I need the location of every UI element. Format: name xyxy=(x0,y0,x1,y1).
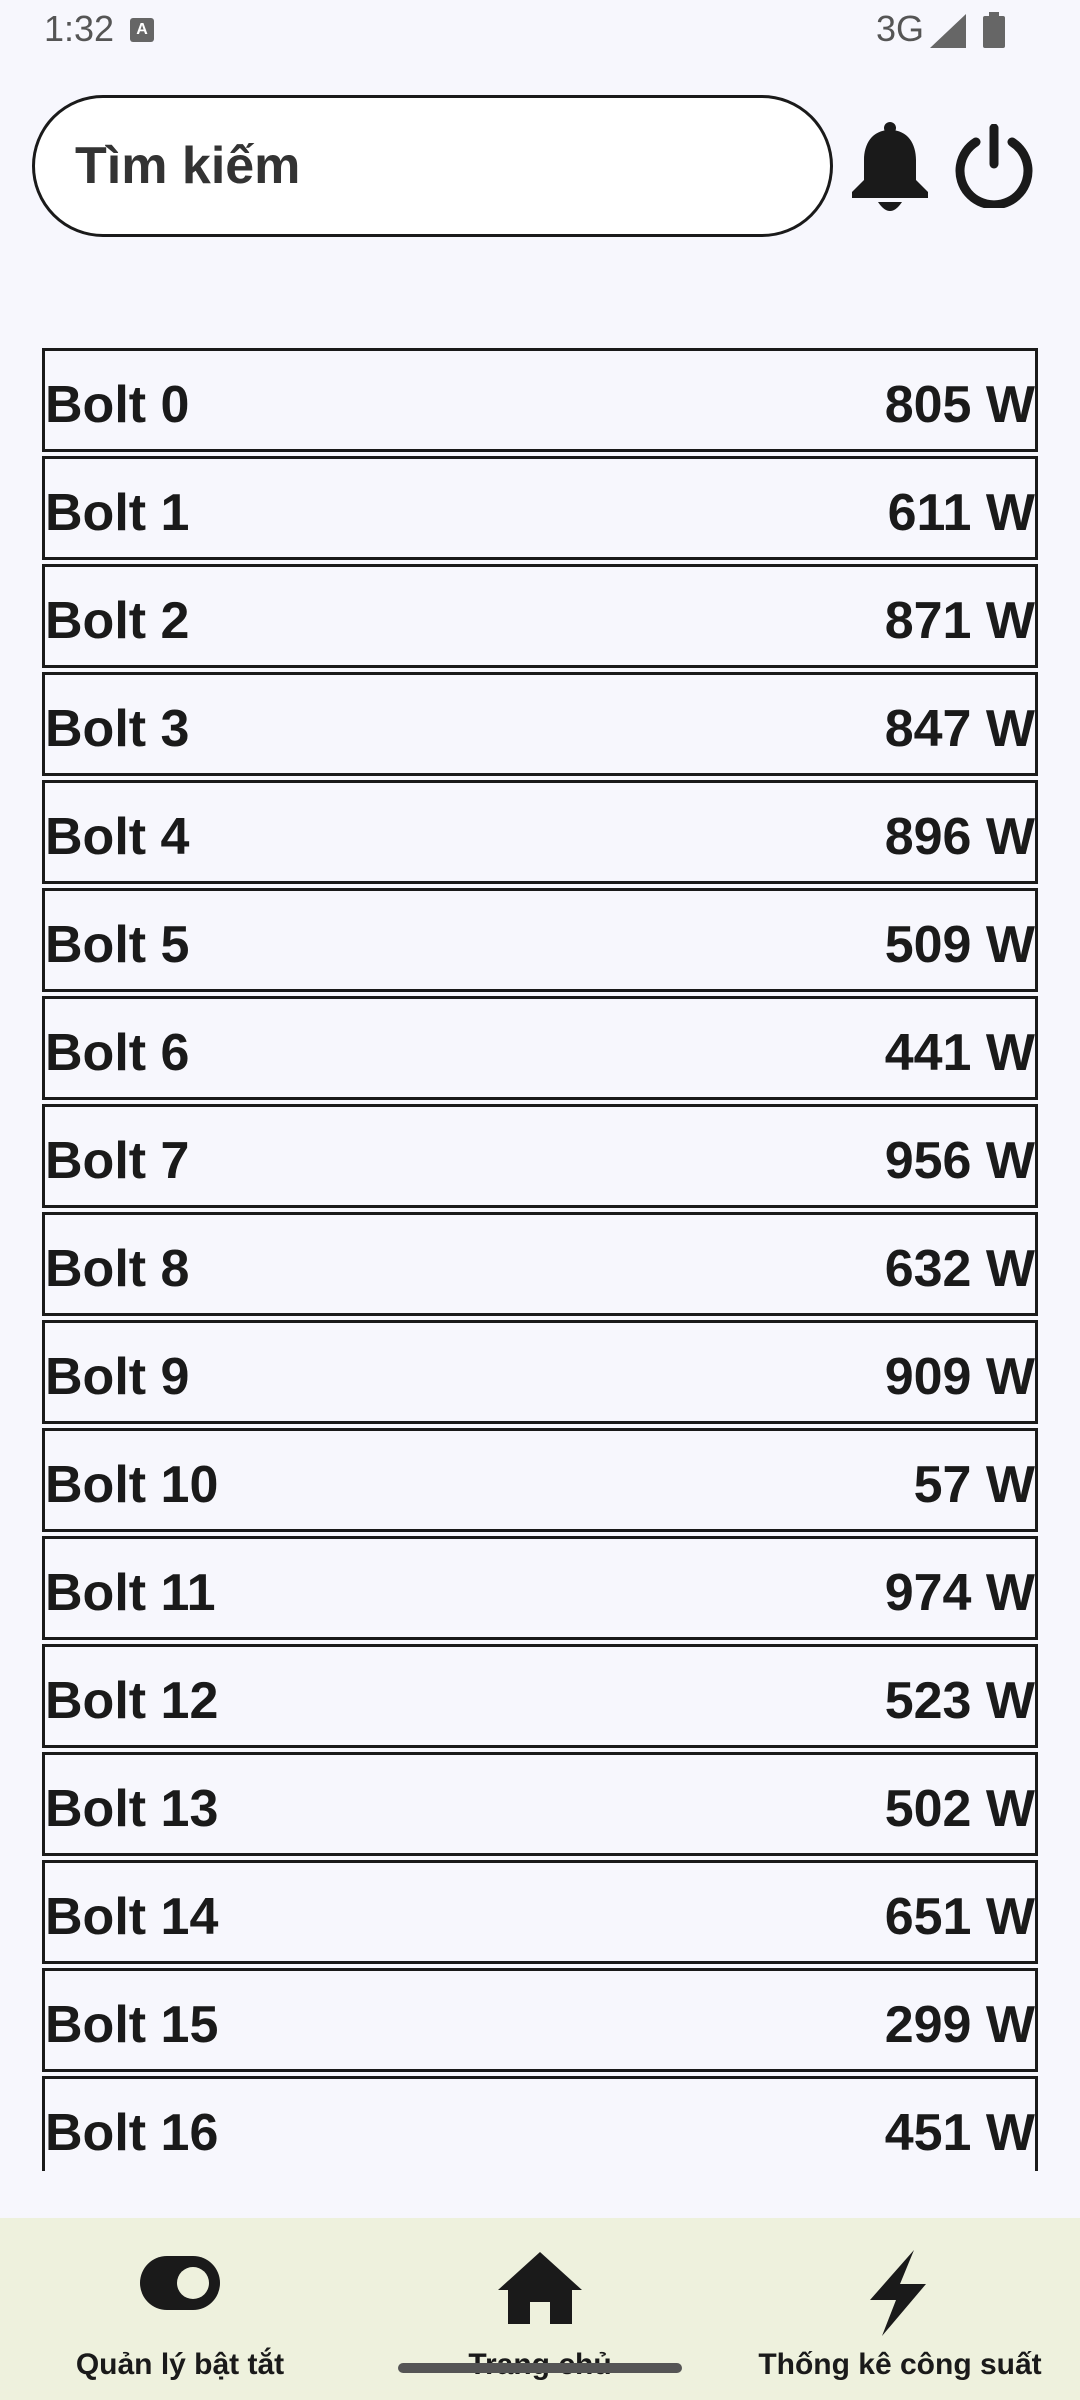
device-power: 805 W xyxy=(884,376,1035,434)
device-name: Bolt 4 xyxy=(45,808,190,866)
device-name: Bolt 7 xyxy=(45,1132,190,1190)
device-name: Bolt 11 xyxy=(45,1564,216,1622)
list-item[interactable]: Bolt 15 299 W xyxy=(42,1968,1038,2072)
list-item[interactable]: Bolt 6 441 W xyxy=(42,996,1038,1100)
lightning-icon xyxy=(870,2250,926,2336)
device-power: 451 W xyxy=(884,2104,1035,2162)
list-item[interactable]: Bolt 1 611 W xyxy=(42,456,1038,560)
list-item[interactable]: Bolt 8 632 W xyxy=(42,1212,1038,1316)
device-power: 651 W xyxy=(884,1888,1035,1946)
device-name: Bolt 15 xyxy=(45,1996,219,2054)
list-item[interactable]: Bolt 5 509 W xyxy=(42,888,1038,992)
device-power: 632 W xyxy=(884,1240,1035,1298)
device-name: Bolt 2 xyxy=(45,592,190,650)
network-type: 3G xyxy=(876,8,925,49)
list-item[interactable]: Bolt 11 974 W xyxy=(42,1536,1038,1640)
device-power: 909 W xyxy=(884,1348,1035,1406)
device-name: Bolt 10 xyxy=(45,1456,219,1514)
device-name: Bolt 13 xyxy=(45,1780,219,1838)
device-power: 299 W xyxy=(884,1996,1035,2054)
toggle-icon xyxy=(140,2256,220,2310)
home-icon xyxy=(498,2252,582,2324)
search-placeholder: Tìm kiếm xyxy=(75,137,301,195)
device-power: 523 W xyxy=(884,1672,1035,1730)
list-item[interactable]: Bolt 16 451 W xyxy=(42,2076,1038,2171)
device-power: 57 W xyxy=(913,1456,1035,1514)
device-name: Bolt 16 xyxy=(45,2104,219,2162)
device-power: 441 W xyxy=(884,1024,1035,1082)
device-name: Bolt 6 xyxy=(45,1024,190,1082)
device-power: 956 W xyxy=(884,1132,1035,1190)
list-item[interactable]: Bolt 7 956 W xyxy=(42,1104,1038,1208)
list-item[interactable]: Bolt 2 871 W xyxy=(42,564,1038,668)
device-power: 502 W xyxy=(884,1780,1035,1838)
list-item[interactable]: Bolt 12 523 W xyxy=(42,1644,1038,1748)
device-power: 871 W xyxy=(884,592,1035,650)
status-bar: 1:32 A 3G xyxy=(0,0,1080,62)
list-item[interactable]: Bolt 4 896 W xyxy=(42,780,1038,884)
device-name: Bolt 8 xyxy=(45,1240,190,1298)
status-time: 1:32 xyxy=(44,8,115,49)
list-item[interactable]: Bolt 0 805 W xyxy=(42,348,1038,452)
device-name: Bolt 12 xyxy=(45,1672,219,1730)
power-icon[interactable] xyxy=(952,124,1036,208)
list-item[interactable]: Bolt 3 847 W xyxy=(42,672,1038,776)
device-power: 611 W xyxy=(887,484,1035,542)
device-name: Bolt 3 xyxy=(45,700,190,758)
list-item[interactable]: Bolt 13 502 W xyxy=(42,1752,1038,1856)
battery-icon xyxy=(983,12,1005,48)
gesture-bar[interactable] xyxy=(398,2363,682,2373)
device-power: 509 W xyxy=(884,916,1035,974)
nav-item-power-stats[interactable]: Thống kê công suất xyxy=(750,2218,1050,2400)
device-name: Bolt 14 xyxy=(45,1888,219,1946)
a-icon: A xyxy=(130,18,154,42)
list-item[interactable]: Bolt 10 57 W xyxy=(42,1428,1038,1532)
device-power: 847 W xyxy=(884,700,1035,758)
bell-icon[interactable] xyxy=(846,122,934,216)
device-name: Bolt 1 xyxy=(45,484,190,542)
nav-item-toggle[interactable]: Quản lý bật tắt xyxy=(30,2218,330,2400)
search-input[interactable]: Tìm kiếm xyxy=(32,95,833,237)
device-power: 974 W xyxy=(884,1564,1035,1622)
nav-label-toggle: Quản lý bật tắt xyxy=(75,2348,285,2381)
device-power: 896 W xyxy=(884,808,1035,866)
nav-label-power-stats: Thống kê công suất xyxy=(758,2348,1042,2381)
device-name: Bolt 5 xyxy=(45,916,190,974)
list-item[interactable]: Bolt 9 909 W xyxy=(42,1320,1038,1424)
list-item[interactable]: Bolt 14 651 W xyxy=(42,1860,1038,1964)
signal-icon xyxy=(930,14,966,48)
device-list[interactable]: Bolt 0 805 W Bolt 1 611 W Bolt 2 871 W Bolt 3 8… xyxy=(42,348,1038,2171)
device-name: Bolt 0 xyxy=(45,376,190,434)
device-name: Bolt 9 xyxy=(45,1348,190,1406)
